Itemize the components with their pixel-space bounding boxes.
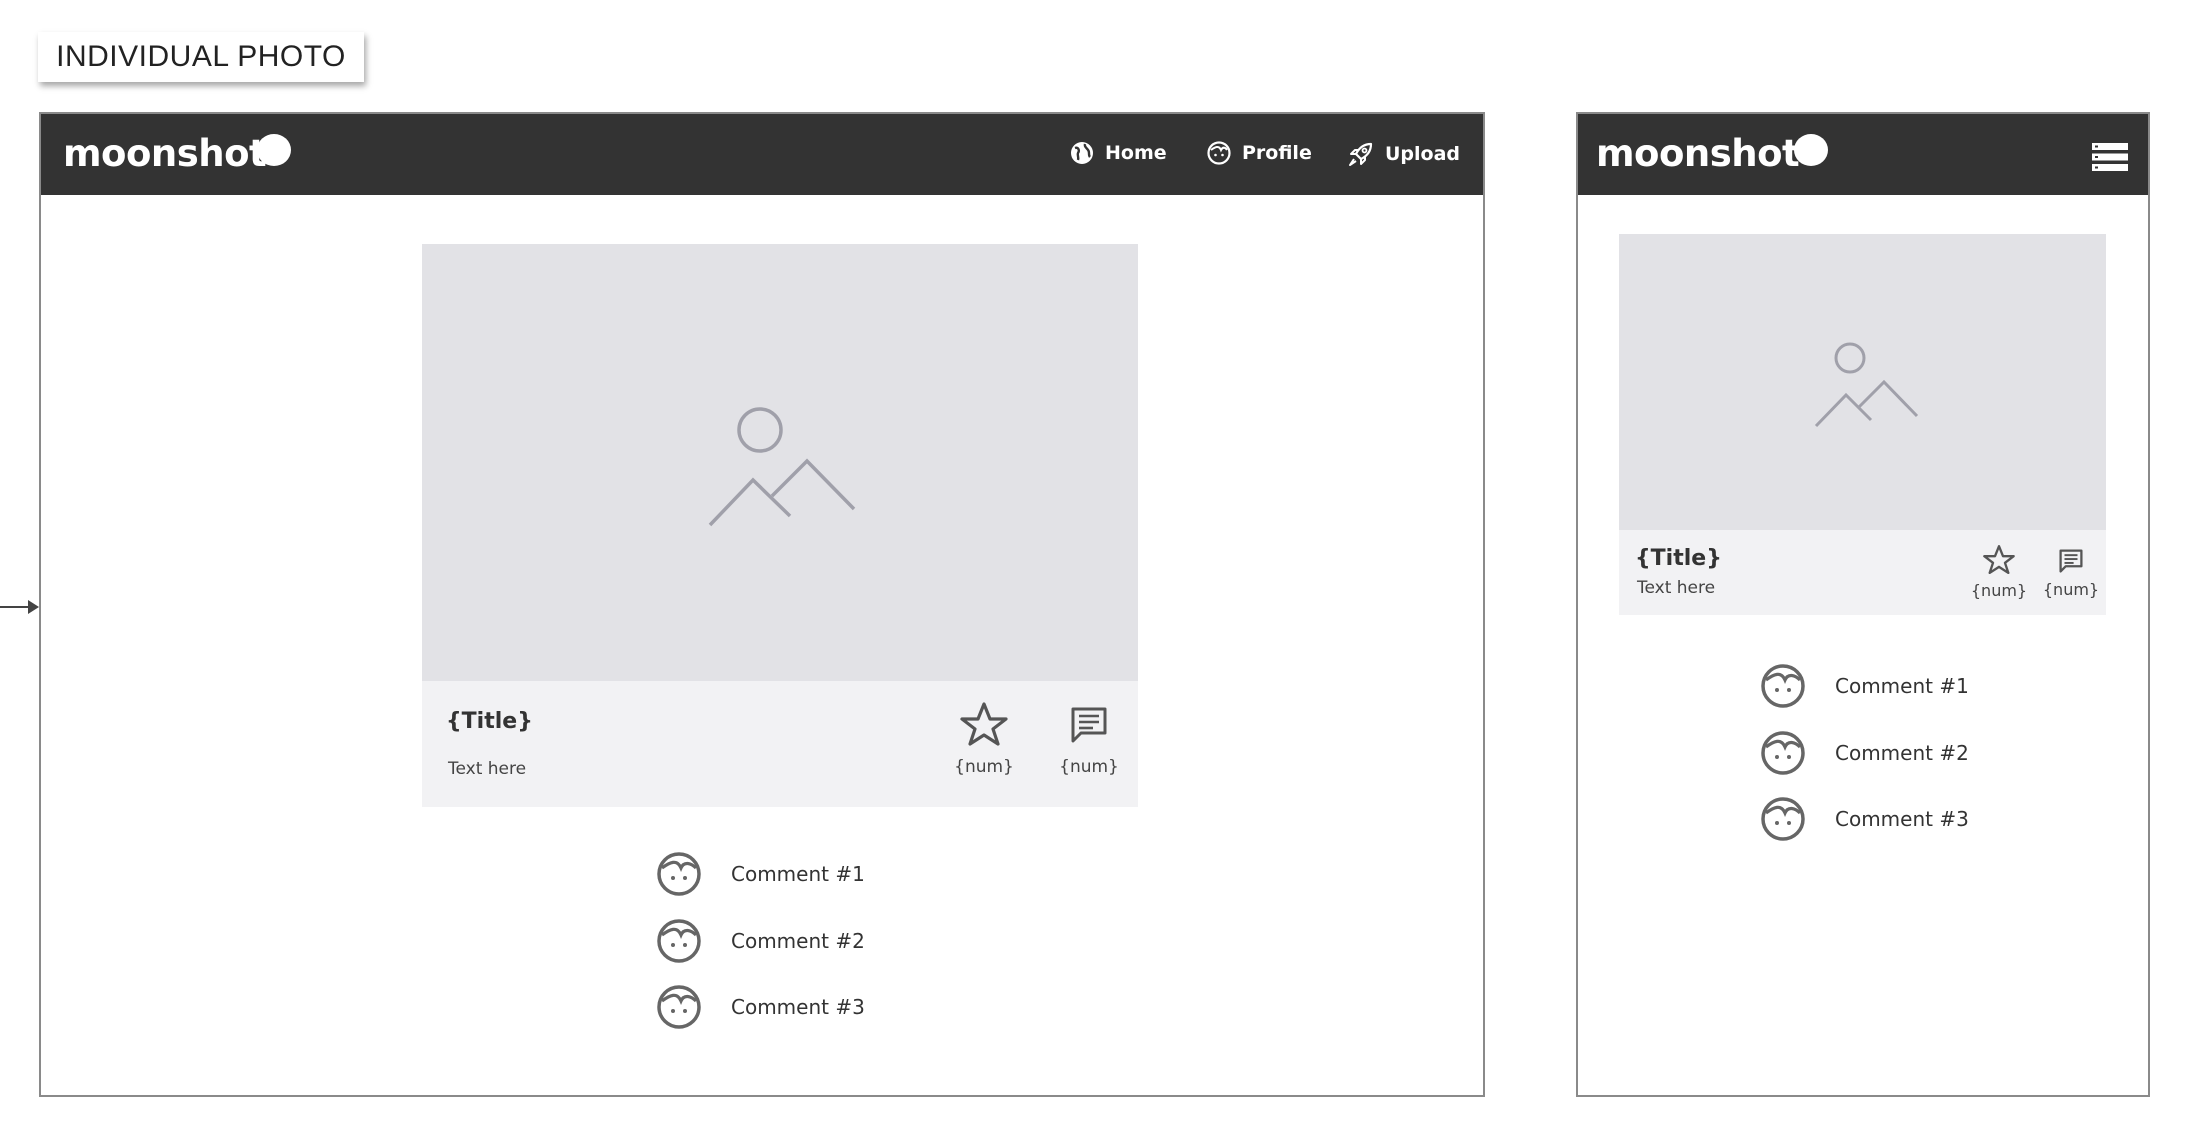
hamburger-menu-icon[interactable] — [2092, 142, 2128, 172]
nav-upload-label: Upload — [1385, 143, 1461, 165]
brand-logo-text[interactable]: moonshot — [1596, 132, 1800, 175]
user-avatar-icon — [657, 919, 701, 963]
user-avatar-icon — [1761, 664, 1805, 708]
flow-connector-line — [0, 606, 30, 608]
face-icon — [1207, 141, 1231, 165]
comment-item: Comment #3 — [655, 983, 865, 1031]
nav-profile-label: Profile — [1242, 142, 1312, 164]
star-icon — [1983, 545, 2015, 574]
photo-card-footer: {Title} Text here {num} {num} — [1619, 530, 2106, 615]
star-count: {num} — [1970, 581, 2028, 600]
brand-logo-text[interactable]: moonshot — [63, 132, 267, 175]
rocket-icon — [1349, 142, 1373, 166]
comment-text: Comment #3 — [731, 995, 865, 1019]
photo-title: {Title} — [446, 709, 533, 734]
user-avatar-icon — [657, 985, 701, 1029]
star-count: {num} — [954, 757, 1014, 777]
photo-title: {Title} — [1635, 546, 1722, 571]
comment-text: Comment #3 — [1835, 807, 1969, 831]
image-placeholder-icon[interactable] — [707, 404, 857, 534]
mobile-navbar: moonshot — [1578, 114, 2148, 195]
comment-text: Comment #2 — [731, 929, 865, 953]
photo-card-footer: {Title} Text here {num} {num} — [422, 681, 1138, 807]
nav-home-link[interactable]: Home — [1069, 140, 1167, 166]
comment-item: Comment #1 — [1759, 662, 1969, 710]
globe-icon — [1071, 142, 1093, 164]
flow-connector-arrowhead — [28, 600, 39, 614]
nav-home-label: Home — [1105, 142, 1167, 164]
photo-card: {Title} Text here {num} {num} — [422, 244, 1138, 807]
star-stat[interactable]: {num} — [954, 701, 1014, 777]
comment-item: Comment #1 — [655, 850, 865, 898]
comment-text: Comment #2 — [1835, 741, 1969, 765]
star-icon — [960, 702, 1008, 746]
comment-stat[interactable]: {num} — [1059, 705, 1119, 777]
comment-count: {num} — [2042, 580, 2100, 599]
star-stat[interactable]: {num} — [1969, 544, 2029, 600]
moon-logo-icon — [257, 134, 291, 166]
comment-stat[interactable]: {num} — [2041, 548, 2101, 599]
comment-bubble-icon — [1071, 707, 1107, 743]
photo-description: Text here — [448, 759, 527, 779]
mobile-frame: moonshot {Title} Text here {num} {num} C… — [1576, 112, 2150, 1097]
comment-count: {num} — [1059, 757, 1119, 777]
user-avatar-icon — [1761, 731, 1805, 775]
user-avatar-icon — [657, 852, 701, 896]
desktop-frame: moonshot Home Profile Upload {Title} Tex… — [39, 112, 1485, 1097]
comment-item: Comment #2 — [655, 917, 865, 965]
comment-text: Comment #1 — [731, 862, 865, 886]
image-placeholder-icon[interactable] — [1814, 342, 1919, 432]
nav-upload-link[interactable]: Upload — [1347, 140, 1460, 168]
comment-item: Comment #2 — [1759, 729, 1969, 777]
photo-card: {Title} Text here {num} {num} — [1619, 234, 2106, 615]
wireframe-title-note: INDIVIDUAL PHOTO — [38, 32, 364, 82]
comment-text: Comment #1 — [1835, 674, 1969, 698]
nav-profile-link[interactable]: Profile — [1206, 140, 1312, 166]
moon-logo-icon — [1794, 134, 1828, 166]
top-navbar: moonshot Home Profile Upload — [41, 114, 1483, 195]
user-avatar-icon — [1761, 797, 1805, 841]
comment-item: Comment #3 — [1759, 795, 1969, 843]
photo-description: Text here — [1637, 578, 1716, 598]
comment-bubble-icon — [2059, 549, 2083, 573]
